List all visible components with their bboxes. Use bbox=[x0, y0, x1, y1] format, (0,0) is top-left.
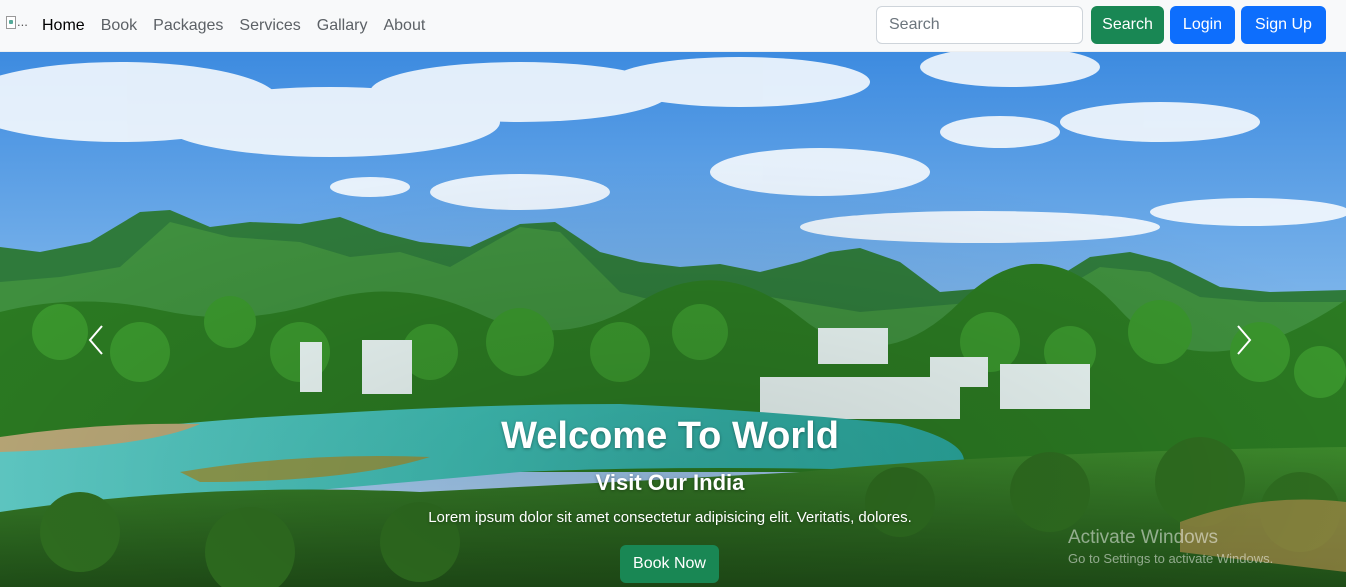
search-button[interactable]: Search bbox=[1091, 6, 1164, 44]
watermark-subtitle: Go to Settings to activate Windows. bbox=[1068, 551, 1274, 566]
brand-logo[interactable]: ... bbox=[6, 14, 36, 34]
search-input[interactable] bbox=[876, 6, 1083, 44]
nav-link-home[interactable]: Home bbox=[42, 17, 85, 35]
chevron-right-icon bbox=[1237, 325, 1252, 355]
nav-link-book[interactable]: Book bbox=[101, 17, 137, 35]
brand-alt-text: ... bbox=[17, 14, 28, 29]
windows-activation-watermark: Activate Windows Go to Settings to activ… bbox=[1068, 527, 1273, 566]
hero-carousel: Welcome To World Visit Our India Lorem i… bbox=[0, 52, 1346, 587]
nav-link-gallary[interactable]: Gallary bbox=[317, 17, 368, 35]
hero-subtitle: Visit Our India bbox=[595, 470, 745, 495]
chevron-left-icon bbox=[88, 325, 103, 355]
signup-button[interactable]: Sign Up bbox=[1241, 6, 1326, 44]
hero-text: Lorem ipsum dolor sit amet consectetur a… bbox=[428, 509, 912, 526]
navbar: ... Home Book Packages Services Gallary … bbox=[0, 0, 1346, 52]
watermark-title: Activate Windows bbox=[1068, 527, 1218, 548]
book-now-button[interactable]: Book Now bbox=[620, 545, 719, 583]
carousel-next-button[interactable] bbox=[1228, 322, 1258, 358]
hero-landscape-image bbox=[0, 52, 1346, 587]
carousel-prev-button[interactable] bbox=[82, 322, 112, 358]
nav-link-services[interactable]: Services bbox=[239, 17, 300, 35]
login-button[interactable]: Login bbox=[1170, 6, 1235, 44]
nav-link-packages[interactable]: Packages bbox=[153, 17, 223, 35]
nav-links: Home Book Packages Services Gallary Abou… bbox=[42, 0, 441, 52]
nav-link-about[interactable]: About bbox=[383, 17, 425, 35]
hero-title: Welcome To World bbox=[501, 415, 839, 457]
broken-image-icon bbox=[6, 16, 16, 30]
